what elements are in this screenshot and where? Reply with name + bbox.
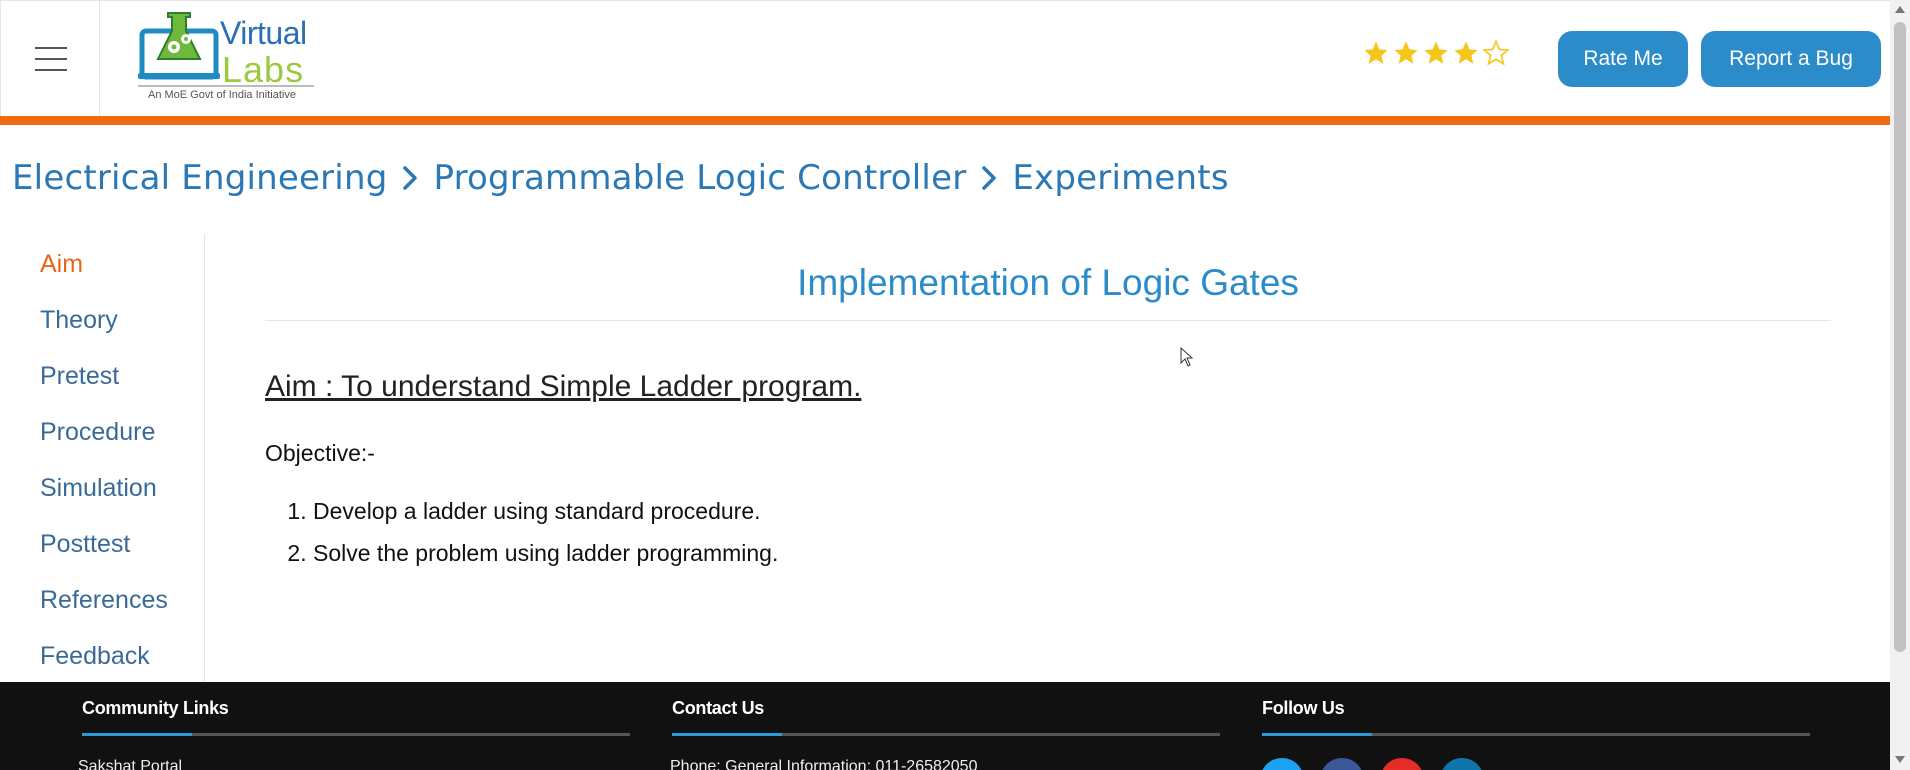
star-filled-icon[interactable] [1362,39,1390,67]
breadcrumb-electrical-engineering[interactable]: Electrical Engineering [12,158,387,198]
sidebar-item-references[interactable]: References [40,586,168,615]
star-rating[interactable] [1362,39,1510,67]
twitter-icon[interactable] [1260,758,1304,770]
footer-link-sakshat[interactable]: Sakshat Portal [78,758,182,770]
hamburger-icon[interactable] [35,47,67,71]
menu-toggle[interactable] [0,1,100,117]
rate-me-button[interactable]: Rate Me [1558,31,1688,87]
list-item: Develop a ladder using standard procedur… [313,490,778,532]
scrollbar-thumb[interactable] [1894,22,1906,652]
sidebar-item-theory[interactable]: Theory [40,306,118,335]
logo-divider [138,85,314,87]
footer-community-heading: Community Links [82,698,229,718]
list-item: Solve the problem using ladder programmi… [313,532,778,574]
scroll-down-icon[interactable] [1895,756,1905,763]
flask-icon [138,12,220,80]
breadcrumb-plc[interactable]: Programmable Logic Controller [433,158,966,198]
sidebar-item-feedback[interactable]: Feedback [40,642,150,671]
sidebar-item-pretest[interactable]: Pretest [40,362,119,391]
mouse-cursor-icon [1180,347,1194,367]
chevron-right-icon [403,166,418,190]
footer: Community Links Sakshat Portal Contact U… [0,682,1890,770]
youtube-icon[interactable] [1380,758,1424,770]
breadcrumb: Electrical Engineering Programmable Logi… [12,158,1229,198]
logo-virtual-text: Virtual [220,15,307,51]
footer-contact-column: Contact Us [672,698,1220,736]
logo-tagline: An MoE Govt of India Initiative [148,89,296,101]
footer-follow-column: Follow Us [1262,698,1810,736]
footer-follow-heading: Follow Us [1262,698,1345,718]
sidebar-item-posttest[interactable]: Posttest [40,530,130,559]
vertical-scrollbar[interactable] [1890,0,1910,770]
star-empty-icon[interactable] [1482,39,1510,67]
footer-contact-phone: Phone: General Information: 011-26582050 [670,758,978,770]
star-filled-icon[interactable] [1392,39,1420,67]
report-bug-button[interactable]: Report a Bug [1701,31,1881,87]
header: Virtual Labs An MoE Govt of India Initia… [0,0,1890,117]
footer-contact-heading: Contact Us [672,698,765,718]
footer-divider [1262,733,1810,736]
sidebar-item-aim[interactable]: Aim [40,250,83,279]
virtual-labs-logo[interactable]: Virtual Labs An MoE Govt of India Initia… [138,9,318,105]
star-filled-icon[interactable] [1422,39,1450,67]
footer-divider [672,733,1220,736]
experiment-title: Implementation of Logic Gates [797,262,1299,303]
scroll-up-icon[interactable] [1895,6,1905,13]
header-accent-bar [0,116,1890,125]
star-filled-icon[interactable] [1452,39,1480,67]
sidebar-nav: Aim Theory Pretest Procedure Simulation … [0,234,205,682]
aim-heading: Aim : To understand Simple Ladder progra… [265,370,862,403]
facebook-icon[interactable] [1320,758,1364,770]
objective-label: Objective:- [265,440,375,466]
linkedin-icon[interactable] [1440,758,1484,770]
page: Virtual Labs An MoE Govt of India Initia… [0,0,1890,770]
sidebar-item-simulation[interactable]: Simulation [40,474,157,503]
footer-divider [82,733,630,736]
footer-community-column: Community Links [82,698,630,736]
breadcrumb-experiments[interactable]: Experiments [1012,158,1228,198]
objective-list: Develop a ladder using standard procedur… [265,490,778,574]
chevron-right-icon [982,166,997,190]
title-divider [265,320,1831,321]
sidebar-item-procedure[interactable]: Procedure [40,418,155,447]
